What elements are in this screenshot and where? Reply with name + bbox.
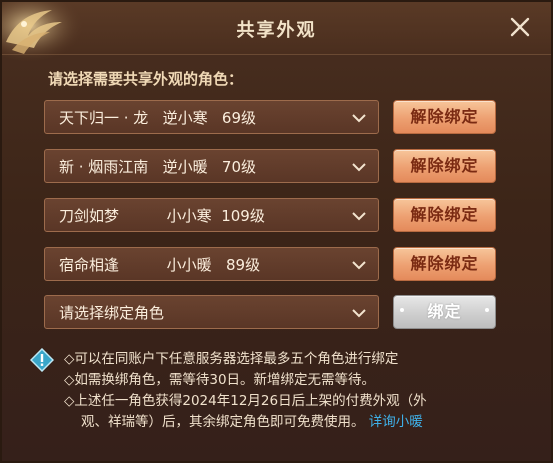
unbind-button[interactable]: 解除绑定	[393, 100, 496, 134]
unbind-button[interactable]: 解除绑定	[393, 198, 496, 232]
character-select-value: 新 · 烟雨江南 逆小暖 70级	[59, 158, 257, 176]
character-select[interactable]: 天下归一 · 龙 逆小寒 69级	[44, 100, 379, 134]
note-text: 观、祥瑞等）后，其余绑定角色即可免费使用。	[81, 414, 365, 430]
title-bar: 共享外观	[2, 2, 551, 62]
notes-block: ◇可以在同账户下任意服务器选择最多五个角色进行绑定 ◇如需换绑角色，需等待30日…	[64, 349, 534, 433]
character-select-value: 刀剑如梦 小小寒 109级	[59, 207, 265, 225]
character-select[interactable]: 刀剑如梦 小小寒 109级	[44, 198, 379, 232]
share-appearance-dialog: 共享外观 请选择需要共享外观的角色： 天下归一 · 龙 逆小寒 69级 解除绑定…	[0, 0, 553, 463]
character-select-value: 宿命相逢 小小暖 89级	[59, 256, 261, 274]
chevron-down-icon	[352, 163, 366, 172]
info-diamond-icon	[29, 347, 55, 373]
close-icon[interactable]	[509, 16, 531, 38]
inquire-link[interactable]: 详询小暖	[369, 414, 423, 430]
character-select[interactable]: 请选择绑定角色	[44, 295, 379, 329]
chevron-down-icon	[352, 309, 366, 318]
character-select-placeholder: 请选择绑定角色	[59, 304, 165, 322]
character-select[interactable]: 宿命相逢 小小暖 89级	[44, 247, 379, 281]
note-line: ◇可以在同账户下任意服务器选择最多五个角色进行绑定	[64, 351, 399, 367]
character-select-value: 天下归一 · 龙 逆小寒 69级	[59, 109, 257, 127]
chevron-down-icon	[352, 114, 366, 123]
character-select[interactable]: 新 · 烟雨江南 逆小暖 70级	[44, 149, 379, 183]
sparkle-decoration	[485, 308, 489, 312]
bind-button-label: 绑定	[427, 302, 462, 321]
dialog-title: 共享外观	[236, 20, 317, 41]
note-line: 观、祥瑞等）后，其余绑定角色即可免费使用。 详询小暖	[64, 412, 534, 433]
chevron-down-icon	[352, 212, 366, 221]
unbind-button[interactable]: 解除绑定	[393, 149, 496, 183]
unbind-button[interactable]: 解除绑定	[393, 247, 496, 281]
note-line: ◇如需换绑角色，需等待30日。新增绑定无需等待。	[64, 372, 376, 388]
sparkle-decoration	[400, 308, 404, 312]
select-prompt: 请选择需要共享外观的角色：	[48, 70, 244, 88]
bind-button[interactable]: 绑定	[393, 295, 496, 329]
chevron-down-icon	[352, 261, 366, 270]
note-line: ◇上述任一角色获得2024年12月26日后上架的付费外观（外	[64, 393, 427, 409]
